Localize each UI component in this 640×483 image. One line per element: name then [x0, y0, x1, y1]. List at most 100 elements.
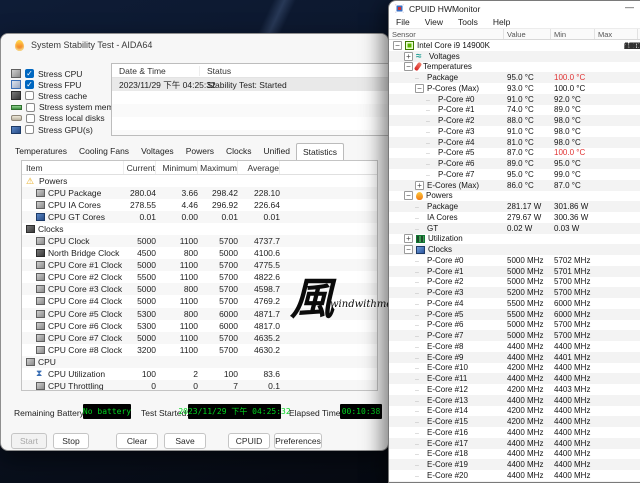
tab-statistics[interactable]: Statistics: [296, 143, 344, 160]
tree-expander-expand[interactable]: +: [415, 181, 424, 190]
tree-expander-expand[interactable]: +: [404, 234, 413, 243]
sensor-row[interactable]: –E-Core #13 4400 MHz 900 MHz 4400 MHz: [389, 395, 640, 406]
stop-button[interactable]: Stop: [53, 433, 89, 449]
sensor-row[interactable]: +E-Cores (Max) 86.0 °C 29.0 °C 87.0 °C: [389, 180, 640, 191]
sensor-row[interactable]: –E-Core #10 4200 MHz 1100 MHz 4400 MHz: [389, 363, 640, 374]
tab-powers[interactable]: Powers: [180, 143, 220, 159]
sensor-row[interactable]: –P-Core #4 5500 MHz 1100 MHz 6000 MHz: [389, 298, 640, 309]
clear-button[interactable]: Clear: [116, 433, 158, 449]
stress-option[interactable]: Stress GPU(s): [11, 124, 111, 135]
stats-row[interactable]: CPU Core #7 Clock 5000 1100 5700 4635.2: [22, 332, 377, 344]
stats-row[interactable]: CPU Core #5 Clock 5300 800 6000 4871.7: [22, 308, 377, 320]
checkbox[interactable]: [26, 103, 35, 112]
sensor-row[interactable]: –P-Core #3 5200 MHz 1100 MHz 5700 MHz: [389, 287, 640, 298]
sensor-row[interactable]: –E-Core #9 4400 MHz 1100 MHz 4401 MHz: [389, 352, 640, 363]
stats-row[interactable]: CPU Package 280.04 3.66 298.42 228.10: [22, 187, 377, 199]
sensor-row[interactable]: –P-Core #2 5000 MHz 1100 MHz 5700 MHz: [389, 277, 640, 288]
stats-row[interactable]: CPU Core #3 Clock 5000 800 5700 4598.7: [22, 283, 377, 295]
sensor-row[interactable]: –E-Core #15 4200 MHz 1100 MHz 4400 MHz: [389, 416, 640, 427]
stats-row[interactable]: CPU Core #8 Clock 3200 1100 5700 4630.2: [22, 344, 377, 356]
save-button[interactable]: Save: [164, 433, 206, 449]
sensor-row[interactable]: –E-Core #17 4400 MHz 1000 MHz 4400 MHz: [389, 438, 640, 449]
sensor-row[interactable]: –P-Core #2 88.0 °C 27.0 °C 98.0 °C: [389, 115, 640, 126]
checkbox[interactable]: ✓: [25, 80, 34, 89]
log-row[interactable]: 2023/11/29 下午 04:25:32 Stability Test: S…: [112, 78, 388, 91]
sensor-row[interactable]: −Powers: [389, 191, 640, 202]
stats-row[interactable]: Clocks: [22, 223, 377, 235]
sensor-row[interactable]: –Package 95.0 °C 31.0 °C 100.0 °C: [389, 72, 640, 83]
sensor-row[interactable]: −P-Cores (Max) 93.0 °C 28.0 °C 100.0 °C: [389, 83, 640, 94]
sensor-row[interactable]: −Intel Core i9 14900K: [389, 40, 640, 51]
tab-temperatures[interactable]: Temperatures: [9, 143, 73, 159]
aida64-titlebar[interactable]: System Stability Test - AIDA64: [1, 34, 388, 56]
checkbox[interactable]: [25, 125, 34, 134]
tab-cooling-fans[interactable]: Cooling Fans: [73, 143, 135, 159]
stats-row[interactable]: CPU Clock 5000 1100 5700 4737.7: [22, 235, 377, 247]
sensor-row[interactable]: –E-Core #14 4200 MHz 800 MHz 4400 MHz: [389, 406, 640, 417]
stress-option[interactable]: Stress cache: [11, 90, 111, 101]
menu-tools[interactable]: Tools: [458, 17, 478, 27]
sensor-row[interactable]: –IA Cores 279.67 W 1.66 W 300.36 W: [389, 212, 640, 223]
sensor-row[interactable]: –P-Core #7 5000 MHz 1100 MHz 5700 MHz: [389, 330, 640, 341]
sensor-row[interactable]: +Utilization: [389, 234, 640, 245]
sensor-row[interactable]: –P-Core #4 81.0 °C 27.0 °C 98.0 °C: [389, 137, 640, 148]
sensor-row[interactable]: –P-Core #7 95.0 °C 25.0 °C 99.0 °C: [389, 169, 640, 180]
sensor-row[interactable]: –P-Core #6 5000 MHz 1100 MHz 5700 MHz: [389, 320, 640, 331]
tab-unified[interactable]: Unified: [258, 143, 296, 159]
sensor-row[interactable]: –P-Core #0 5000 MHz 800 MHz 5702 MHz: [389, 255, 640, 266]
tab-clocks[interactable]: Clocks: [220, 143, 258, 159]
menu-help[interactable]: Help: [493, 17, 510, 27]
preferences-button[interactable]: Preferences: [274, 433, 322, 449]
sensor-row[interactable]: –E-Core #16 4400 MHz 900 MHz 4400 MHz: [389, 427, 640, 438]
stats-row[interactable]: CPU Core #1 Clock 5000 1100 5700 4775.5: [22, 259, 377, 271]
sensor-row[interactable]: –P-Core #5 5500 MHz 1100 MHz 6000 MHz: [389, 309, 640, 320]
checkbox[interactable]: [26, 114, 35, 123]
sensor-row[interactable]: –E-Core #20 4400 MHz 1100 MHz 4400 MHz: [389, 470, 640, 481]
stats-row[interactable]: CPU IA Cores 278.55 4.46 296.92 226.64: [22, 199, 377, 211]
sensor-row[interactable]: −Clocks: [389, 244, 640, 255]
tree-expander-expand[interactable]: +: [404, 52, 413, 61]
sensor-row[interactable]: –E-Core #12 4200 MHz 1100 MHz 4403 MHz: [389, 384, 640, 395]
sensor-row[interactable]: –E-Core #18 4400 MHz 1000 MHz 4400 MHz: [389, 449, 640, 460]
menu-view[interactable]: View: [425, 17, 443, 27]
tree-expander-collapse[interactable]: −: [393, 41, 402, 50]
test-log-list[interactable]: Date & Time Status 2023/11/29 下午 04:25:3…: [111, 63, 389, 136]
tree-expander-collapse[interactable]: −: [404, 62, 413, 71]
stats-row[interactable]: ⧗CPU Utilization 100 2 100 83.6: [22, 368, 377, 380]
stats-row[interactable]: CPU Core #2 Clock 5500 1100 5700 4822.6: [22, 271, 377, 283]
sensor-row[interactable]: –GT 0.02 W 0.00 W 0.03 W: [389, 223, 640, 234]
sensor-row[interactable]: +≈Voltages: [389, 51, 640, 62]
sensor-row[interactable]: –P-Core #3 91.0 °C 24.0 °C 98.0 °C: [389, 126, 640, 137]
sensor-row[interactable]: –E-Core #19 4400 MHz 1100 MHz 4400 MHz: [389, 459, 640, 470]
stats-row[interactable]: ⚠Powers: [22, 175, 377, 187]
sensor-row[interactable]: –P-Core #0 91.0 °C 25.0 °C 92.0 °C: [389, 94, 640, 105]
cpuid-button[interactable]: CPUID: [228, 433, 270, 449]
stress-option[interactable]: Stress local disks: [11, 113, 111, 124]
start-button[interactable]: Start: [11, 433, 47, 449]
sensor-row[interactable]: –Package 281.17 W 3.13 W 301.86 W: [389, 201, 640, 212]
stats-row[interactable]: CPU Core #4 Clock 5000 1100 5700 4769.2: [22, 295, 377, 307]
sensor-row[interactable]: –E-Core #11 4400 MHz 800 MHz 4400 MHz: [389, 373, 640, 384]
stats-row[interactable]: CPU Throttling 0 0 7 0.1: [22, 380, 377, 391]
sensor-row[interactable]: −Temperatures: [389, 62, 640, 73]
stats-row[interactable]: CPU GT Cores 0.01 0.00 0.01 0.01: [22, 211, 377, 223]
stress-option[interactable]: ✓ Stress CPU: [11, 68, 111, 79]
sensor-row[interactable]: –P-Core #1 5000 MHz 900 MHz 5701 MHz: [389, 266, 640, 277]
stats-row[interactable]: North Bridge Clock 4500 800 5000 4100.6: [22, 247, 377, 259]
sensor-row[interactable]: –P-Core #6 89.0 °C 24.0 °C 95.0 °C: [389, 158, 640, 169]
checkbox[interactable]: [25, 91, 34, 100]
sensor-row[interactable]: –E-Core #8 4400 MHz 800 MHz 4400 MHz: [389, 341, 640, 352]
tree-expander-collapse[interactable]: −: [404, 191, 413, 200]
stress-option[interactable]: Stress system memory: [11, 102, 111, 113]
tree-expander-collapse[interactable]: −: [415, 84, 424, 93]
stats-row[interactable]: CPU: [22, 356, 377, 368]
stats-row[interactable]: CPU Core #6 Clock 5300 1100 6000 4817.0: [22, 320, 377, 332]
checkbox[interactable]: ✓: [25, 69, 34, 78]
tree-expander-collapse[interactable]: −: [404, 245, 413, 254]
hwmonitor-titlebar[interactable]: CPUID HWMonitor —: [389, 1, 640, 16]
tab-voltages[interactable]: Voltages: [135, 143, 180, 159]
sensor-row[interactable]: –P-Core #1 74.0 °C 27.0 °C 89.0 °C: [389, 105, 640, 116]
stress-option[interactable]: ✓ Stress FPU: [11, 79, 111, 90]
minimize-button[interactable]: —: [621, 3, 635, 14]
menu-file[interactable]: File: [396, 17, 410, 27]
